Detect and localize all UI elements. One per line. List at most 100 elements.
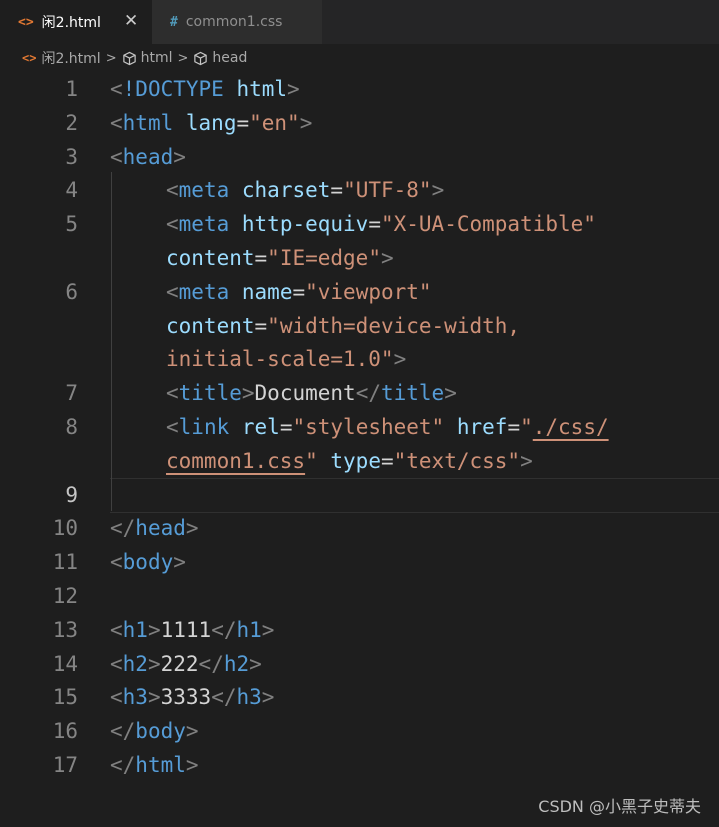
code-token: title	[380, 381, 445, 406]
code-token: <	[110, 550, 123, 575]
code-line[interactable]: 16 </body>	[0, 714, 719, 748]
code-token: >	[431, 178, 445, 203]
code-token: content	[166, 313, 255, 338]
breadcrumb-item-head[interactable]: head	[212, 50, 247, 66]
code-token: common1.css	[166, 448, 306, 473]
code-text: <head>	[110, 140, 186, 174]
code-token: http-equiv	[241, 212, 369, 237]
tab-label: common1.css	[185, 14, 283, 30]
code-line[interactable]: 15 <h3>3333</h3>	[0, 680, 719, 714]
code-token: href	[456, 415, 508, 439]
code-text: <meta name="viewport"	[166, 275, 432, 309]
line-number: 11	[52, 550, 78, 575]
code-text: </body>	[110, 714, 199, 748]
breadcrumb: <> 闲2.html > html > head	[0, 44, 719, 72]
code-token: "viewport"	[305, 279, 432, 304]
code-token: </	[110, 753, 136, 777]
code-token: </	[211, 617, 237, 642]
code-line[interactable]: 6 <meta name="viewport"	[0, 275, 719, 309]
code-line[interactable]: 11 <body>	[0, 545, 719, 579]
code-token: <	[166, 415, 179, 439]
code-line[interactable]: 14 <h2>222</h2>	[0, 647, 719, 681]
code-token: <	[166, 279, 179, 304]
code-line[interactable]: 9	[0, 478, 719, 512]
code-token: =	[254, 313, 268, 338]
code-token: =	[254, 246, 268, 270]
code-line[interactable]: 7 <title>Document</title>	[0, 376, 719, 410]
code-token: h1	[122, 617, 148, 642]
code-token: >	[520, 448, 533, 473]
code-text: <meta http-equiv="X-UA-Compatible"	[166, 207, 596, 241]
chevron-right-icon: >	[177, 50, 189, 66]
line-number: 1	[65, 77, 78, 101]
code-token: >	[173, 550, 186, 575]
code-token: "	[305, 448, 318, 473]
code-token: >	[444, 381, 457, 406]
code-token: =	[368, 212, 381, 237]
code-token: "IE=edge"	[267, 246, 381, 270]
code-text: <title>Document</title>	[166, 376, 457, 410]
line-number: 7	[65, 381, 78, 406]
code-token: head	[122, 144, 174, 169]
code-line[interactable]: initial-scale=1.0">	[0, 342, 719, 376]
code-text: <html lang="en">	[110, 106, 312, 140]
line-number: 5	[65, 212, 78, 237]
code-editor[interactable]: 1 <!DOCTYPE html> 2 <html lang="en"> 3 <head>…	[0, 72, 719, 827]
code-token: "X-UA-Compatible"	[380, 212, 596, 237]
code-token: =	[380, 448, 394, 473]
code-token: </	[211, 685, 237, 710]
code-token: 222	[160, 651, 199, 676]
line-number: 9	[65, 482, 78, 507]
code-token: <	[110, 110, 123, 135]
code-line[interactable]: 8 <link rel="stylesheet" href="./css/	[0, 410, 719, 444]
code-text: <body>	[110, 545, 186, 579]
code-token: "width=device-width,	[267, 313, 521, 338]
close-icon[interactable]: ✕	[124, 11, 138, 31]
code-line[interactable]: 5 <meta http-equiv="X-UA-Compatible"	[0, 207, 719, 241]
code-line[interactable]: common1.css" type="text/css">	[0, 444, 719, 478]
code-token: <	[166, 212, 179, 237]
code-line[interactable]: 2 <html lang="en">	[0, 106, 719, 140]
code-line[interactable]: content="width=device-width,	[0, 309, 719, 343]
line-number: 15	[52, 685, 78, 710]
code-token: >	[185, 753, 199, 777]
code-line[interactable]: 17 </html>	[0, 748, 719, 782]
code-line[interactable]: 13 <h1>1111</h1>	[0, 613, 719, 647]
code-token: initial-scale=1.0"	[166, 347, 394, 372]
code-line[interactable]: 1 <!DOCTYPE html>	[0, 72, 719, 106]
code-token: meta	[178, 178, 230, 203]
code-text: </head>	[110, 511, 199, 545]
code-token: >	[185, 719, 199, 744]
code-token: >	[287, 77, 300, 101]
breadcrumb-item-html[interactable]: html	[141, 50, 173, 66]
code-text: </html>	[110, 748, 199, 782]
line-number: 12	[52, 584, 78, 608]
code-token: body	[122, 550, 174, 575]
line-number: 2	[65, 110, 78, 135]
code-line[interactable]: 10 </head>	[0, 511, 719, 545]
code-token: "	[520, 415, 533, 439]
code-text: content="IE=edge">	[166, 241, 394, 275]
code-text: <meta charset="UTF-8">	[166, 173, 444, 207]
code-line[interactable]: 12	[0, 579, 719, 613]
tab-html-file[interactable]: <> 闲2.html ✕	[0, 0, 152, 44]
code-line[interactable]: 3 <head>	[0, 140, 719, 174]
code-line[interactable]: 4 <meta charset="UTF-8">	[0, 173, 719, 207]
code-line[interactable]: content="IE=edge">	[0, 241, 719, 275]
tab-css-file[interactable]: # common1.css	[152, 0, 322, 44]
code-token: "stylesheet"	[292, 415, 445, 439]
line-number: 16	[52, 719, 78, 744]
line-number: 3	[65, 144, 78, 169]
code-token: >	[261, 617, 275, 642]
breadcrumb-file[interactable]: 闲2.html	[41, 48, 100, 68]
chevron-right-icon: >	[105, 50, 117, 66]
code-token: title	[178, 381, 242, 406]
code-token: ./css/	[532, 415, 609, 439]
code-token: lang	[185, 110, 237, 135]
code-token: h1	[236, 617, 262, 642]
